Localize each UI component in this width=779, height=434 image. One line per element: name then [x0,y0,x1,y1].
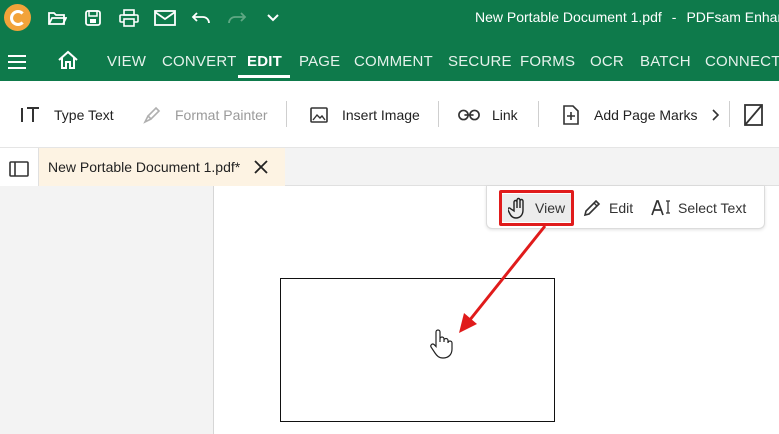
link-button[interactable]: Link [458,103,518,127]
menu-view[interactable]: VIEW [107,53,146,70]
format-painter-icon [141,104,163,126]
type-text-label: Type Text [54,107,114,123]
pdf-page[interactable] [280,278,555,422]
active-tab-indicator [238,75,290,78]
title-separator: - [671,9,677,25]
edit-toolbar: Type Text Format Painter Insert Image Li… [0,81,779,148]
insert-image-button[interactable]: Insert Image [308,103,420,127]
open-icon[interactable] [44,6,70,30]
toolbar-divider [286,101,287,127]
hand-cursor-icon [428,326,454,360]
pencil-icon [581,197,603,219]
toolbar-divider [538,101,539,127]
image-icon [308,104,330,126]
menu-connect[interactable]: CONNECT [705,53,779,70]
menu-forms[interactable]: FORMS [520,53,575,70]
add-page-marks-button[interactable]: Add Page Marks [560,103,698,127]
toolbar-scroll-right[interactable] [710,103,720,127]
select-text-button[interactable]: Select Text [650,194,746,222]
document-tab-title: New Portable Document 1.pdf* [48,159,241,175]
annotation-highlight-box [499,190,574,226]
page-marks-icon [560,104,582,126]
menu-ocr[interactable]: OCR [590,53,624,70]
app-name: PDFsam Enhan [686,9,779,25]
document-tab[interactable]: New Portable Document 1.pdf* [39,148,285,186]
link-icon [458,104,480,126]
title-bar: New Portable Document 1.pdf - PDFsam Enhan [0,0,779,36]
hamburger-menu-icon[interactable] [8,55,26,69]
select-text-label: Select Text [678,200,747,216]
menu-bar: VIEW CONVERT EDIT PAGE COMMENT SECURE FO… [0,36,779,81]
type-text-button[interactable]: Type Text [20,103,114,127]
customize-icon[interactable] [260,6,286,30]
print-icon[interactable] [116,6,142,30]
app-logo-icon [4,4,31,31]
add-page-marks-label: Add Page Marks [594,107,698,123]
menu-secure[interactable]: SECURE [448,53,512,70]
format-painter-button[interactable]: Format Painter [141,103,268,127]
undo-icon[interactable] [188,6,214,30]
redact-button[interactable] [743,103,765,127]
save-icon[interactable] [80,6,106,30]
document-title: New Portable Document 1.pdf [475,9,662,25]
format-painter-label: Format Painter [175,107,268,123]
toolbar-divider [438,101,439,127]
edit-mode-label: Edit [609,200,634,216]
redact-icon [744,104,763,126]
insert-image-label: Insert Image [342,107,420,123]
toolbar-divider [729,101,730,127]
link-label: Link [492,107,518,123]
menu-edit[interactable]: EDIT [247,53,282,70]
close-icon[interactable] [253,159,269,175]
window-title: New Portable Document 1.pdf - PDFsam Enhan [475,9,779,25]
menu-batch[interactable]: BATCH [640,53,691,70]
redo-icon[interactable] [224,6,250,30]
sidebar-toggle-icon[interactable] [9,160,29,180]
document-tab-bar: New Portable Document 1.pdf* [39,148,779,186]
type-text-icon [20,104,42,126]
select-text-icon [650,197,672,219]
menu-comment[interactable]: COMMENT [354,53,433,70]
home-icon[interactable] [57,50,79,70]
edit-mode-button[interactable]: Edit [581,194,633,222]
email-icon[interactable] [152,6,178,30]
navigation-panel [0,186,213,434]
menu-convert[interactable]: CONVERT [162,53,236,70]
chevron-right-icon [712,109,720,121]
menu-page[interactable]: PAGE [299,53,340,70]
